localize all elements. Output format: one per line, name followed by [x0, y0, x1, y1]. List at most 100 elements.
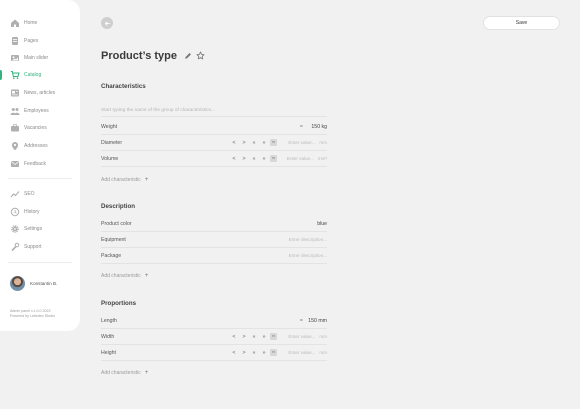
add-label: Add characteristic: [101, 273, 141, 279]
save-button[interactable]: Save: [483, 16, 560, 30]
prev-icon[interactable]: <: [229, 156, 239, 162]
last-icon[interactable]: »: [259, 334, 269, 340]
sidebar-divider: [8, 178, 72, 179]
proportion-row-height: Height < > « » m Enter value... mm: [101, 345, 327, 361]
unit-box[interactable]: m: [270, 139, 277, 146]
sidebar-item-label: Addresses: [24, 143, 48, 149]
description-row-equipment: Equipment Enter description...: [101, 232, 327, 248]
description-row-color: Product color blue: [101, 216, 327, 232]
briefcase-icon: [10, 123, 20, 133]
unit-box[interactable]: m: [270, 349, 277, 356]
unit-box[interactable]: m: [270, 155, 277, 162]
sidebar-item-settings[interactable]: Settings: [0, 222, 80, 236]
row-input[interactable]: Enter value... mm³: [287, 156, 327, 161]
characteristic-row-volume: Volume < > « » m Enter value... mm³: [101, 151, 327, 167]
back-button[interactable]: [101, 17, 113, 29]
row-value[interactable]: 150 mm: [308, 318, 327, 324]
row-controls: < > « » m: [229, 333, 277, 340]
first-icon[interactable]: «: [249, 156, 259, 162]
row-unit: mm: [319, 140, 327, 145]
sidebar-item-feedback[interactable]: Feedback: [0, 157, 80, 171]
news-icon: [10, 88, 20, 98]
row-placeholder: Enter value...: [288, 334, 316, 339]
row-label: Package: [101, 252, 122, 259]
row-label: Length: [101, 317, 117, 324]
sidebar-item-label: Catalog: [24, 72, 42, 78]
equals-sign: =: [299, 317, 303, 324]
prev-icon[interactable]: <: [229, 350, 239, 356]
row-value[interactable]: blue: [317, 221, 327, 227]
wrench-icon: [10, 242, 20, 252]
add-label: Add characteristic: [101, 177, 141, 183]
first-icon[interactable]: «: [249, 334, 259, 340]
next-icon[interactable]: >: [239, 334, 249, 340]
sidebar: Home Pages Main slider Catalog News, art…: [0, 0, 80, 331]
add-characteristic-button[interactable]: Add characteristic +: [101, 273, 148, 279]
unit-box[interactable]: m: [270, 333, 277, 340]
sidebar-item-news[interactable]: News, articles: [0, 86, 80, 100]
first-icon[interactable]: «: [249, 140, 259, 146]
row-input[interactable]: Enter value... mm: [288, 350, 327, 355]
row-unit: mm: [319, 350, 327, 355]
avatar[interactable]: [10, 276, 25, 291]
characteristic-row-diameter: Diameter < > « » m Enter value... mm: [101, 135, 327, 151]
sidebar-divider: [8, 262, 72, 263]
plus-icon: +: [144, 177, 149, 183]
next-icon[interactable]: >: [239, 156, 249, 162]
row-placeholder: Enter value...: [288, 140, 316, 145]
section-title-description: Description: [101, 203, 136, 210]
section-title-characteristics: Characteristics: [101, 83, 146, 90]
sidebar-item-vacancies[interactable]: Vacancies: [0, 121, 80, 135]
page-title: Product’s type: [101, 50, 177, 62]
pages-icon: [10, 36, 20, 46]
prev-icon[interactable]: <: [229, 140, 239, 146]
row-value[interactable]: 150 kg: [311, 124, 327, 130]
sidebar-item-employees[interactable]: Employees: [0, 104, 80, 118]
arrow-left-icon: [104, 20, 110, 26]
sidebar-item-label: Settings: [24, 226, 43, 232]
sidebar-item-pages[interactable]: Pages: [0, 34, 80, 48]
add-characteristic-button[interactable]: Add characteristic +: [101, 370, 148, 376]
sidebar-item-catalog[interactable]: Catalog: [0, 68, 80, 82]
row-label: Width: [101, 333, 115, 340]
proportion-row-width: Width < > « » m Enter value... mm: [101, 329, 327, 345]
add-characteristic-button[interactable]: Add characteristic +: [101, 177, 148, 183]
row-input[interactable]: Enter description...: [289, 237, 327, 242]
last-icon[interactable]: »: [259, 156, 269, 162]
prev-icon[interactable]: <: [229, 334, 239, 340]
last-icon[interactable]: »: [259, 140, 269, 146]
row-input[interactable]: Enter description...: [289, 253, 327, 258]
sidebar-item-support[interactable]: Support: [0, 240, 80, 254]
sidebar-item-addresses[interactable]: Addresses: [0, 139, 80, 153]
add-label: Add characteristic: [101, 370, 141, 376]
home-icon: [10, 18, 20, 28]
next-icon[interactable]: >: [239, 350, 249, 356]
first-icon[interactable]: «: [249, 350, 259, 356]
next-icon[interactable]: >: [239, 140, 249, 146]
characteristic-row-weight: Weight = 150 kg: [101, 119, 327, 135]
row-label: Diameter: [101, 139, 123, 146]
sidebar-item-label: Home: [24, 20, 38, 26]
description-row-package: Package Enter description...: [101, 248, 327, 264]
mail-icon: [10, 159, 20, 169]
row-input[interactable]: Enter value... mm: [288, 140, 327, 145]
row-input[interactable]: Enter value... mm: [288, 334, 327, 339]
sidebar-item-home[interactable]: Home: [0, 16, 80, 30]
row-controls: < > « » m: [229, 139, 277, 146]
last-icon[interactable]: »: [259, 350, 269, 356]
sidebar-item-seo[interactable]: SEO: [0, 187, 80, 201]
star-icon[interactable]: [196, 51, 205, 60]
row-label: Height: [101, 349, 116, 356]
sidebar-item-label: Main slider: [24, 55, 49, 61]
sidebar-item-label: Pages: [24, 38, 39, 44]
characteristics-search-input[interactable]: Start typing the name of the group of ch…: [101, 105, 327, 117]
sidebar-item-history[interactable]: History: [0, 205, 80, 219]
row-label: Product color: [101, 220, 132, 227]
sidebar-item-label: SEO: [24, 191, 35, 197]
slider-icon: [10, 53, 20, 63]
sidebar-item-main-slider[interactable]: Main slider: [0, 51, 80, 65]
pencil-icon[interactable]: [184, 52, 192, 60]
proportion-row-length: Length = 150 mm: [101, 313, 327, 329]
sidebar-item-label: Feedback: [24, 161, 46, 167]
row-placeholder: Enter value...: [288, 350, 316, 355]
